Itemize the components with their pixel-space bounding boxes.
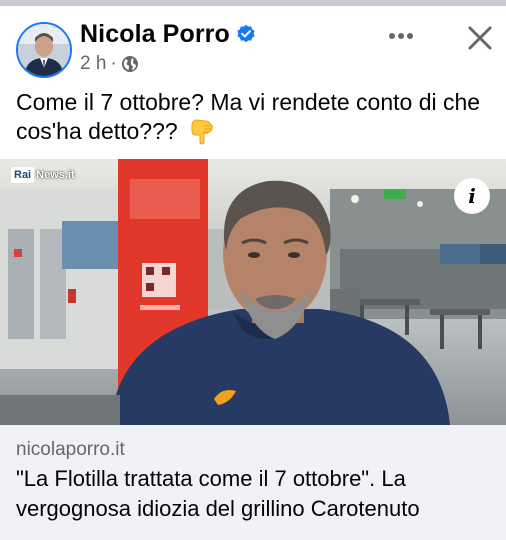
more-options-icon[interactable] <box>386 26 416 46</box>
post-message: Come il 7 ottobre? Ma vi rendete conto d… <box>16 88 496 146</box>
rainews-watermark: Rai News.it <box>11 165 75 185</box>
post-timestamp[interactable]: 2 h <box>80 53 106 75</box>
video-frame <box>0 159 506 425</box>
author-name-row: Nicola Porro <box>80 18 256 50</box>
verified-badge-icon <box>237 24 255 43</box>
globe-icon <box>121 56 138 72</box>
link-headline[interactable]: "La Flotilla trattata come il 7 ottobre"… <box>16 464 500 524</box>
post-meta: 2 h · <box>80 53 139 75</box>
post-message-text: Come il 7 ottobre? Ma vi rendete conto d… <box>16 89 481 144</box>
avatar-photo <box>18 24 70 76</box>
author-name[interactable]: Nicola Porro <box>80 20 230 49</box>
link-domain: nicolaporro.it <box>16 439 125 460</box>
info-icon[interactable]: i <box>454 178 490 214</box>
meta-separator: · <box>110 53 117 74</box>
close-icon[interactable] <box>466 24 494 52</box>
rai-logo-text: Rai <box>11 167 35 183</box>
post-header: Nicola Porro 2 h · <box>0 6 506 82</box>
video-thumbnail[interactable]: Rai News.it <box>0 159 506 425</box>
backhand-index-pointing-down-emoji <box>191 119 213 145</box>
author-avatar[interactable] <box>16 22 72 78</box>
news-logo-text: News.it <box>36 169 75 181</box>
